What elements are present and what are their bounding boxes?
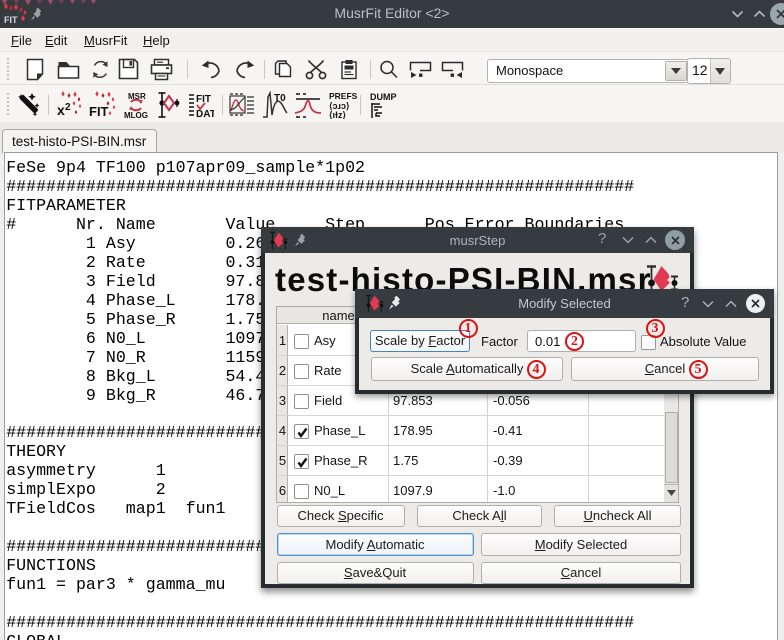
svg-text:DAT: DAT <box>196 109 214 119</box>
svg-text:FIT: FIT <box>89 104 109 119</box>
svg-text:MLOG: MLOG <box>124 111 148 119</box>
svg-text:DUMP: DUMP <box>370 92 397 102</box>
svg-text:PREFS: PREFS <box>329 91 357 101</box>
svg-text:FIT: FIT <box>4 15 18 25</box>
svg-text:2: 2 <box>65 102 71 113</box>
svg-text:x: x <box>57 102 65 118</box>
svg-text:⟨ıɫz⟩: ⟨ıɫz⟩ <box>329 110 346 119</box>
svg-text:T0: T0 <box>274 93 286 104</box>
svg-text:FIT: FIT <box>196 94 211 105</box>
